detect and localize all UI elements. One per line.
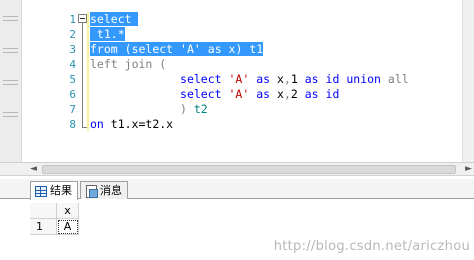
code-line-7[interactable]: select 'A' as x,2 as id bbox=[90, 87, 339, 102]
selected-keyword: select bbox=[90, 12, 132, 26]
string-literal: 'A' bbox=[228, 87, 250, 101]
grid-corner[interactable] bbox=[30, 203, 57, 219]
code-line-3[interactable]: t1.* bbox=[90, 27, 125, 42]
keyword: as bbox=[256, 87, 271, 101]
string-literal: 'A' bbox=[228, 72, 250, 86]
code-line-2[interactable]: select bbox=[90, 12, 139, 27]
row-header[interactable]: 1 bbox=[30, 219, 57, 235]
line-number: 4 bbox=[69, 58, 76, 71]
editor-margin-strip bbox=[0, 0, 22, 162]
line-number: 6 bbox=[69, 88, 76, 101]
tab-results[interactable]: 结果 bbox=[30, 181, 78, 200]
selected-line: from (select 'A' as x) t1 bbox=[90, 42, 264, 56]
line-number: 5 bbox=[69, 73, 76, 86]
keyword: select bbox=[180, 72, 222, 86]
scroll-right-icon[interactable]: ► bbox=[465, 164, 472, 174]
keyword: as bbox=[304, 87, 319, 101]
fold-guide-line bbox=[82, 19, 83, 127]
code-line-8[interactable]: ) t2 bbox=[90, 102, 208, 117]
tab-messages[interactable]: 消息 bbox=[80, 181, 128, 199]
line-number: 2 bbox=[69, 28, 76, 41]
keyword: left bbox=[90, 57, 118, 71]
message-icon bbox=[85, 184, 98, 198]
code-line-4[interactable]: from (select 'A' as x) t1 bbox=[90, 42, 264, 57]
horizontal-scrollbar[interactable]: ◄ ► bbox=[0, 162, 474, 176]
grid-cell[interactable]: A bbox=[57, 219, 79, 235]
column-header[interactable]: x bbox=[57, 203, 79, 219]
collapse-region-icon[interactable] bbox=[78, 14, 87, 23]
line-number: 7 bbox=[69, 103, 76, 116]
code-line-5[interactable]: left join ( bbox=[90, 57, 166, 72]
sql-editor[interactable]: 1 2 3 4 5 6 7 8 select t1.* from (select… bbox=[0, 0, 474, 162]
line-number: 1 bbox=[69, 13, 76, 26]
keyword: as bbox=[256, 72, 271, 86]
number-literal: 1 bbox=[290, 72, 298, 86]
number-literal: 2 bbox=[290, 87, 298, 101]
watermark: http://blog.csdn.net/ariczhou bbox=[273, 239, 470, 254]
keyword: union bbox=[346, 72, 381, 86]
selected-text: t1.* bbox=[90, 27, 125, 41]
line-number: 8 bbox=[69, 118, 76, 131]
code-line-9[interactable]: on t1.x=t2.x bbox=[90, 117, 173, 132]
change-tracking-bar bbox=[87, 12, 89, 131]
tab-label: 消息 bbox=[100, 183, 122, 197]
keyword: on bbox=[90, 117, 104, 131]
line-number: 3 bbox=[69, 43, 76, 56]
keyword: id bbox=[325, 87, 340, 101]
keyword: as bbox=[304, 72, 319, 86]
fold-end-marker bbox=[82, 127, 87, 128]
table-alias: t2 bbox=[186, 102, 208, 116]
keyword: all bbox=[387, 72, 409, 86]
results-tab-bar: 结果 消息 bbox=[0, 179, 474, 200]
scroll-left-icon[interactable]: ◄ bbox=[30, 164, 37, 174]
keyword: id bbox=[325, 72, 340, 86]
grid-icon bbox=[35, 185, 47, 197]
keyword: select bbox=[180, 87, 222, 101]
code-line-6[interactable]: select 'A' as x,1 as id union all bbox=[90, 72, 409, 87]
vertical-scrollbar[interactable] bbox=[462, 0, 474, 162]
tab-label: 结果 bbox=[50, 184, 72, 197]
keyword: join bbox=[124, 57, 153, 71]
line-number-gutter: 1 2 3 4 5 6 7 8 bbox=[22, 0, 80, 162]
scrollbar-thumb[interactable] bbox=[42, 165, 456, 174]
